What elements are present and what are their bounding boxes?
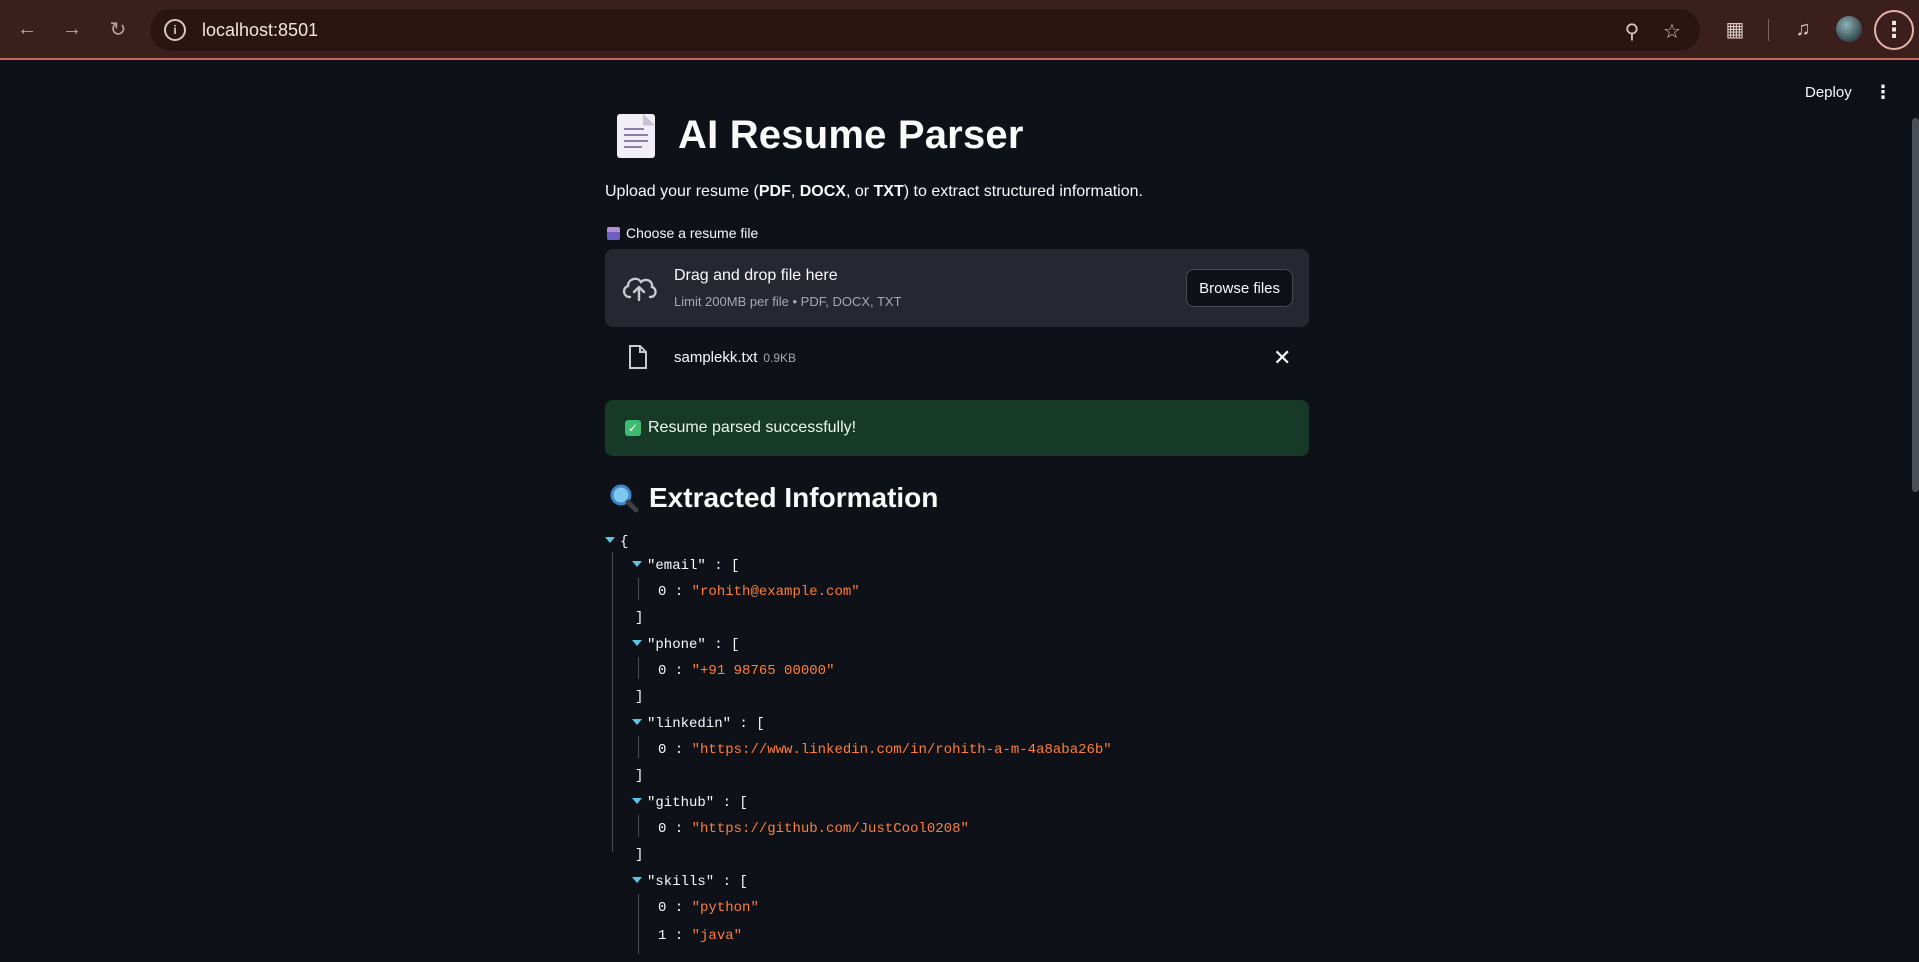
json-root-open[interactable]: { xyxy=(605,534,628,550)
uploader-label: Choose a resume file xyxy=(607,225,758,241)
dropzone-limit: Limit 200MB per file • PDF, DOCX, TXT xyxy=(674,294,902,309)
json-indent-guide xyxy=(612,552,613,852)
title-row: AI Resume Parser xyxy=(605,113,1024,158)
reload-icon[interactable]: ↻ xyxy=(103,14,133,44)
json-key-github[interactable]: "github" : [ xyxy=(632,795,748,811)
file-icon xyxy=(629,345,647,369)
forward-arrow-icon[interactable]: → xyxy=(57,14,87,44)
collapse-caret-icon[interactable] xyxy=(632,798,642,804)
address-bar[interactable]: i localhost:8501 ⚲ ☆ xyxy=(150,9,1700,51)
page-title: AI Resume Parser xyxy=(678,113,1024,157)
collapse-caret-icon[interactable] xyxy=(632,640,642,646)
back-arrow-icon[interactable]: ← xyxy=(12,14,42,44)
json-key-email[interactable]: "email" : [ xyxy=(632,558,739,574)
uploaded-file-name: samplekk.txt 0.9KB xyxy=(674,349,797,366)
collapse-caret-icon[interactable] xyxy=(632,877,642,883)
remove-file-close-icon[interactable]: ✕ xyxy=(1273,345,1291,371)
json-item: 0 : "rohith@example.com" xyxy=(658,584,860,600)
json-item: 0 : "https://github.com/JustCool0208" xyxy=(658,821,969,837)
page-scrollbar[interactable] xyxy=(1912,118,1919,492)
json-key-phone[interactable]: "phone" : [ xyxy=(632,637,739,653)
uploaded-file-size: 0.9KB xyxy=(763,351,797,365)
collapse-caret-icon[interactable] xyxy=(632,561,642,567)
bookmark-star-icon[interactable]: ☆ xyxy=(1660,19,1684,43)
uploaded-file-row: samplekk.txt 0.9KB ✕ xyxy=(605,339,1309,379)
success-message: Resume parsed successfully! xyxy=(648,419,857,436)
magnifying-glass-icon xyxy=(610,484,639,513)
document-icon xyxy=(617,113,655,158)
file-dropzone[interactable]: Drag and drop file here Limit 200MB per … xyxy=(605,249,1309,327)
json-item: 0 : "+91 98765 00000" xyxy=(658,663,835,679)
extensions-icon[interactable]: ▦ xyxy=(1722,16,1748,42)
json-item: 1 : "java" xyxy=(658,928,743,944)
json-item: 0 : "python" xyxy=(658,900,759,916)
browser-chrome: ← → ↻ i localhost:8501 ⚲ ☆ ▦ ♫ ⋮ xyxy=(0,0,1919,60)
check-mark-icon: ✓ xyxy=(625,420,641,436)
zoom-icon[interactable]: ⚲ xyxy=(1620,19,1644,43)
app-menu-icon[interactable]: ⋮ xyxy=(1874,82,1892,103)
cloud-upload-icon xyxy=(622,277,657,302)
collapse-caret-icon[interactable] xyxy=(632,719,642,725)
inbox-tray-icon xyxy=(607,226,620,240)
media-control-icon[interactable]: ♫ xyxy=(1790,16,1816,42)
json-key-skills[interactable]: "skills" : [ xyxy=(632,874,748,890)
collapse-caret-icon[interactable] xyxy=(605,537,615,543)
json-key-linkedin[interactable]: "linkedin" : [ xyxy=(632,716,765,732)
deploy-button[interactable]: Deploy xyxy=(1805,84,1852,101)
success-alert: ✓ Resume parsed successfully! xyxy=(605,400,1309,456)
json-item: 0 : "https://www.linkedin.com/in/rohith-… xyxy=(658,742,1112,758)
dropzone-title: Drag and drop file here xyxy=(674,267,838,284)
site-info-icon[interactable]: i xyxy=(164,19,186,41)
section-title: Extracted Information xyxy=(609,482,938,514)
toolbar-divider xyxy=(1768,19,1769,41)
browser-menu-icon[interactable]: ⋮ xyxy=(1874,10,1914,50)
browse-files-button[interactable]: Browse files xyxy=(1186,269,1293,307)
url-text[interactable]: localhost:8501 xyxy=(202,20,318,41)
profile-avatar[interactable] xyxy=(1836,16,1862,42)
page-subtitle: Upload your resume (PDF, DOCX, or TXT) t… xyxy=(605,183,1143,200)
